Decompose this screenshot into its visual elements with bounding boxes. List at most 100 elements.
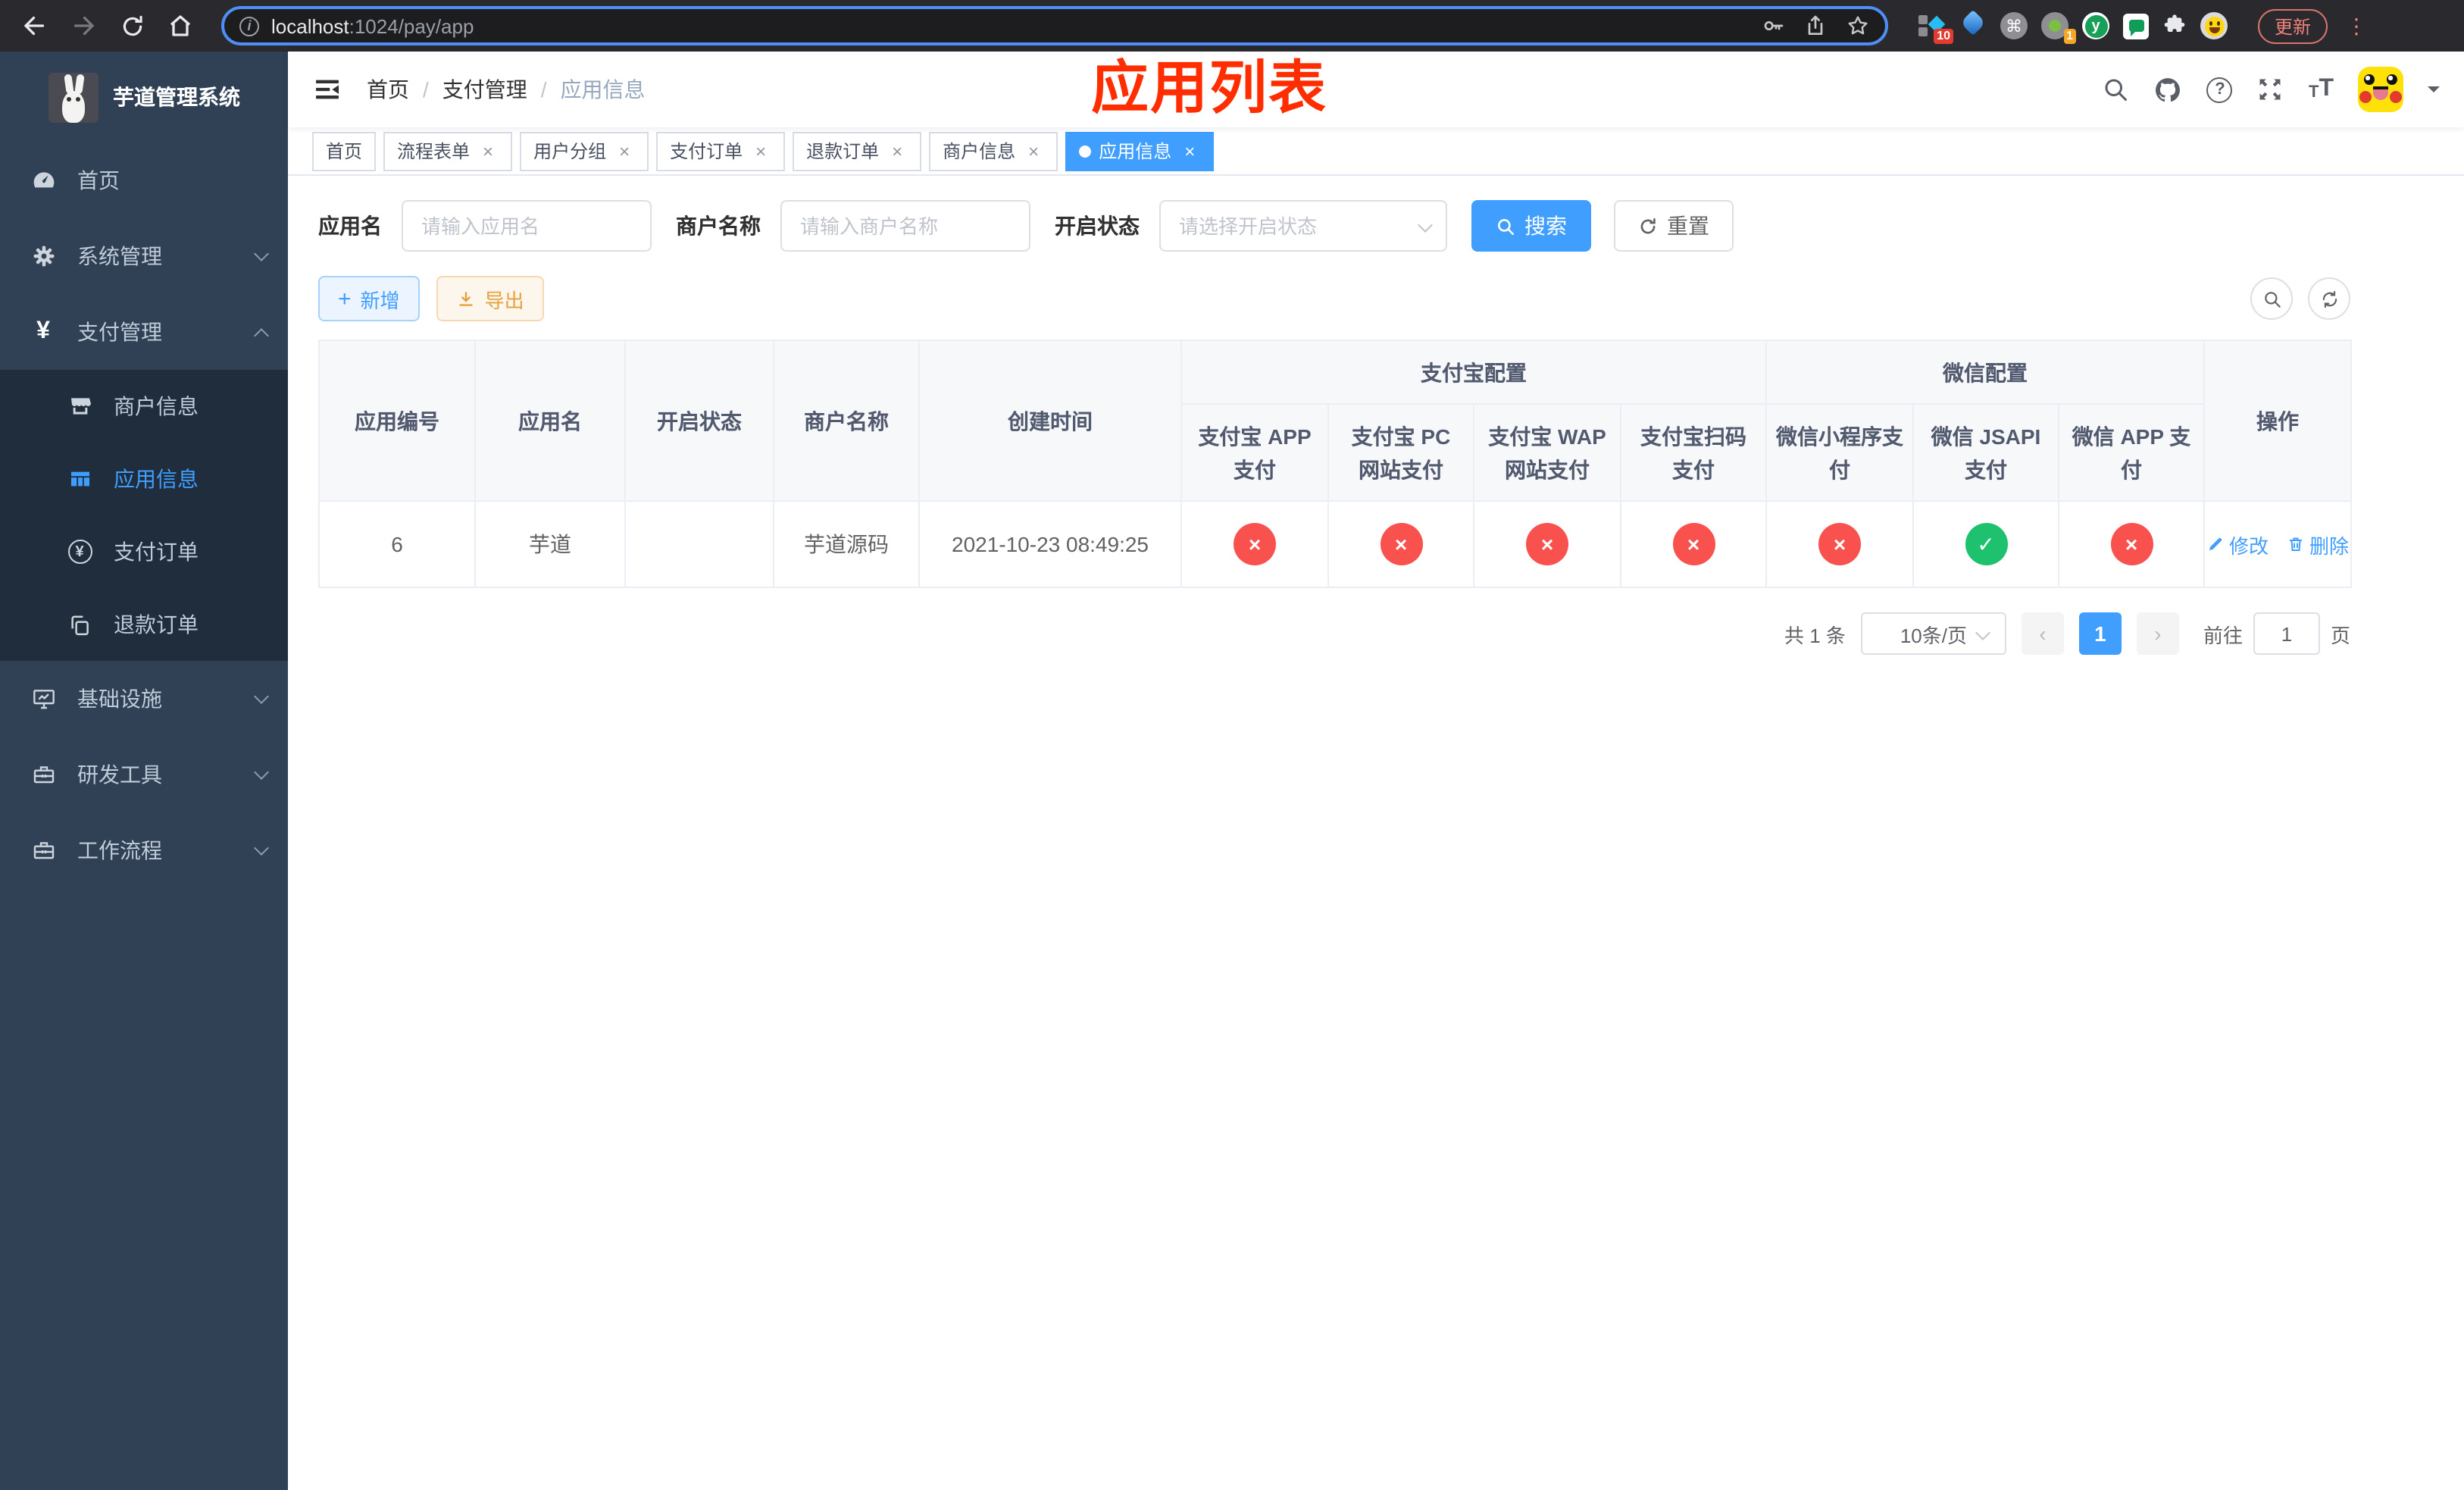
- chevron-down-icon: [254, 840, 269, 856]
- add-button[interactable]: + 新增: [318, 276, 420, 321]
- export-button[interactable]: 导出: [436, 276, 544, 321]
- sidebar-item-payment[interactable]: ¥ 支付管理: [0, 294, 288, 370]
- sidebar-item-system[interactable]: 系统管理: [0, 218, 288, 294]
- tag-pay-order[interactable]: 支付订单 ×: [656, 131, 786, 171]
- extension-badge: 10: [1934, 29, 1953, 44]
- page-1-button[interactable]: 1: [2078, 612, 2122, 655]
- col-header-alipay-pc: 支付宝 PC 网站支付: [1327, 403, 1474, 502]
- sidebar-logo[interactable]: 芋道管理系统: [0, 52, 288, 142]
- sidebar-item-label: 应用信息: [114, 467, 199, 491]
- sidebar-item-pay-order[interactable]: ¥ 支付订单: [0, 515, 288, 588]
- sidebar-item-app-info[interactable]: 应用信息: [0, 443, 288, 515]
- breadcrumb-separator: /: [423, 77, 429, 102]
- col-header-wechat-jsapi: 微信 JSAPI 支付: [1912, 403, 2059, 502]
- forward-icon[interactable]: [64, 6, 103, 45]
- col-header-app-id: 应用编号: [318, 340, 476, 502]
- jump-suffix: 页: [2330, 624, 2350, 646]
- help-icon[interactable]: ?: [2206, 77, 2233, 102]
- font-size-icon[interactable]: TT: [2309, 77, 2334, 102]
- jump-page-input[interactable]: [2253, 612, 2320, 655]
- cell-wechat-app: ×: [2058, 500, 2205, 588]
- chevron-up-icon: [254, 327, 269, 343]
- extension-command-icon[interactable]: ⌘: [2000, 12, 2028, 39]
- tags-view: 首页 流程表单 × 用户分组 × 支付订单 × 退款订单 × 商户信息 × 应用信息 ×: [288, 127, 2464, 176]
- breadcrumb-home[interactable]: 首页: [367, 74, 409, 105]
- gear-icon: [30, 244, 56, 268]
- close-icon[interactable]: ×: [886, 140, 908, 161]
- next-page-button[interactable]: ›: [2136, 612, 2179, 655]
- close-icon[interactable]: ×: [1023, 140, 1044, 161]
- status-select-input[interactable]: [1159, 200, 1447, 252]
- breadcrumb-payment[interactable]: 支付管理: [442, 74, 527, 105]
- extension-chat-icon[interactable]: [2123, 13, 2149, 39]
- app-table: 应用编号 应用名 开启状态 商户名称 创建时间 支付宝配置 微信配置 操作 支付…: [318, 340, 2352, 588]
- cell-alipay-pc: ×: [1327, 500, 1474, 588]
- extension-record-icon[interactable]: 1: [2041, 12, 2076, 44]
- url-bar[interactable]: i localhost:1024/pay/app: [221, 6, 1888, 45]
- download-icon: [458, 291, 473, 305]
- page-size-select[interactable]: 10条/页: [1860, 612, 2006, 655]
- extension-emoji-icon[interactable]: [2200, 12, 2228, 39]
- cell-alipay-wap: ×: [1473, 500, 1621, 588]
- toolbox-icon: [30, 838, 56, 862]
- avatar-caret-icon[interactable]: [2428, 86, 2440, 99]
- extensions-puzzle-icon[interactable]: [2162, 14, 2187, 38]
- extension-diamond-icon[interactable]: 10: [1918, 12, 1953, 44]
- sidebar-fold-icon[interactable]: [312, 74, 342, 105]
- reset-button[interactable]: 重置: [1614, 200, 1734, 252]
- reload-icon[interactable]: [112, 6, 152, 45]
- cell-app-id: 6: [318, 500, 476, 588]
- status-cross-icon: ×: [1526, 523, 1568, 565]
- status-cross-icon: ×: [1672, 523, 1715, 565]
- close-icon[interactable]: ×: [1179, 140, 1200, 161]
- extension-kite-icon[interactable]: [1959, 10, 1987, 39]
- github-icon[interactable]: [2154, 75, 2183, 104]
- close-icon[interactable]: ×: [614, 140, 635, 161]
- edit-link[interactable]: 修改: [2206, 530, 2269, 559]
- tag-user-group[interactable]: 用户分组 ×: [520, 131, 649, 171]
- toggle-search-button[interactable]: [2250, 277, 2293, 320]
- cell-app-name: 芋道: [474, 500, 626, 588]
- chevron-down-icon: [254, 246, 269, 261]
- user-avatar[interactable]: [2358, 67, 2403, 112]
- bookmark-star-icon[interactable]: [1846, 14, 1870, 38]
- tag-app-info-active[interactable]: 应用信息 ×: [1065, 131, 1215, 171]
- site-info-icon[interactable]: i: [239, 16, 259, 36]
- breadcrumb: 首页 / 支付管理 / 应用信息: [367, 74, 646, 105]
- sidebar-item-merchant-info[interactable]: 商户信息: [0, 370, 288, 443]
- back-icon[interactable]: [15, 6, 55, 45]
- cell-alipay-app: ×: [1180, 500, 1329, 588]
- tag-refund-order[interactable]: 退款订单 ×: [793, 131, 922, 171]
- fullscreen-icon[interactable]: [2257, 76, 2284, 103]
- extension-y-icon[interactable]: y: [2082, 12, 2109, 39]
- home-icon[interactable]: [161, 6, 200, 45]
- delete-link[interactable]: 删除: [2287, 530, 2349, 559]
- status-select[interactable]: [1159, 200, 1447, 252]
- sidebar-item-home[interactable]: 首页: [0, 142, 288, 218]
- sidebar-item-workflow[interactable]: 工作流程: [0, 812, 288, 888]
- app-name-input[interactable]: [402, 200, 652, 252]
- prev-page-button[interactable]: ‹: [2021, 612, 2064, 655]
- search-button[interactable]: 搜索: [1471, 200, 1591, 252]
- trash-icon: [2290, 537, 2302, 551]
- tag-process-form[interactable]: 流程表单 ×: [383, 131, 513, 171]
- password-key-icon[interactable]: [1761, 14, 1785, 38]
- sidebar-item-refund-order[interactable]: 退款订单: [0, 588, 288, 661]
- merchant-name-input[interactable]: [780, 200, 1030, 252]
- browser-menu-icon[interactable]: ⋮: [2346, 13, 2367, 39]
- header-search-icon[interactable]: [2103, 76, 2130, 103]
- close-icon[interactable]: ×: [477, 140, 499, 161]
- share-icon[interactable]: [1803, 14, 1828, 38]
- copy-documents-icon: [67, 613, 92, 636]
- sidebar-item-dev-tools[interactable]: 研发工具: [0, 737, 288, 812]
- url-text: localhost:1024/pay/app: [271, 14, 474, 37]
- group-header-wechat: 微信配置: [1765, 340, 2205, 405]
- tag-home[interactable]: 首页: [312, 131, 377, 171]
- merchant-name-label: 商户名称: [676, 214, 761, 238]
- refresh-button[interactable]: [2308, 277, 2350, 320]
- sidebar-item-infrastructure[interactable]: 基础设施: [0, 661, 288, 737]
- chrome-update-button[interactable]: 更新: [2258, 8, 2328, 43]
- app-title: 芋道管理系统: [113, 85, 240, 109]
- close-icon[interactable]: ×: [750, 140, 771, 161]
- tag-merchant-info[interactable]: 商户信息 ×: [929, 131, 1058, 171]
